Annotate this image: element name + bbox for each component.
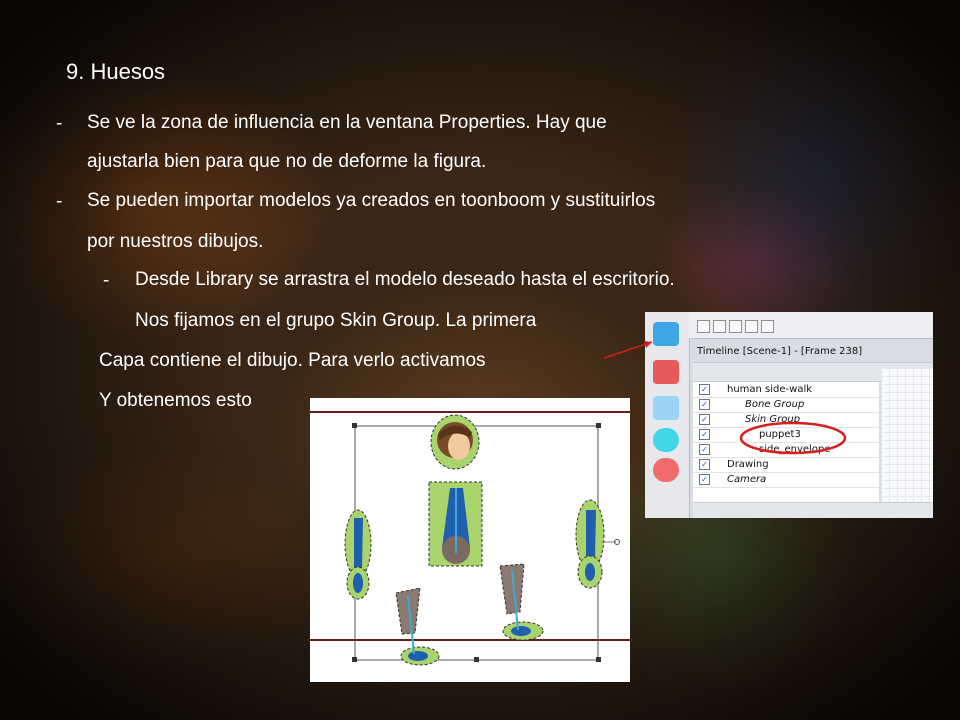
- color-icon[interactable]: [653, 458, 679, 482]
- weather-icon[interactable]: [653, 396, 679, 420]
- layer-row[interactable]: ✓ puppet3: [693, 427, 879, 443]
- rig-drawing: [310, 411, 630, 666]
- bullet-marker: -: [56, 113, 63, 134]
- timeline-frame-grid[interactable]: [881, 368, 933, 508]
- torso-shape: [428, 481, 483, 567]
- layer-visibility-checkbox[interactable]: ✓: [699, 474, 710, 485]
- sub-bullet-line-1: Desde Library se arrastra el modelo dese…: [135, 269, 675, 290]
- toolbar-icon[interactable]: [729, 320, 742, 333]
- timeline-screenshot: Timeline [Scene-1] - [Frame 238] ✓ human…: [645, 312, 933, 518]
- layer-row[interactable]: ✓ human side-walk: [693, 382, 879, 398]
- layer-row[interactable]: ✓ Skin Group: [693, 412, 879, 428]
- layer-name: puppet3: [759, 429, 801, 440]
- left-arm-shape: [344, 509, 372, 600]
- timeline-scrollbar[interactable]: [693, 502, 933, 518]
- layer-row[interactable]: ✓ side_envelope: [693, 442, 879, 458]
- bones-rig-screenshot: [310, 398, 630, 682]
- toolbar-icon[interactable]: [713, 320, 726, 333]
- layer-name: Camera: [727, 474, 767, 485]
- effect-icon[interactable]: [653, 360, 679, 384]
- layer-visibility-checkbox[interactable]: ✓: [699, 429, 710, 440]
- right-arm-shape: [575, 499, 620, 589]
- layer-name: Drawing: [727, 459, 769, 470]
- toolbar-icon[interactable]: [745, 320, 758, 333]
- layer-visibility-checkbox[interactable]: ✓: [699, 384, 710, 395]
- layer-visibility-checkbox[interactable]: ✓: [699, 399, 710, 410]
- layer-visibility-checkbox[interactable]: ✓: [699, 459, 710, 470]
- layer-name: side_envelope: [759, 444, 831, 455]
- layer-row[interactable]: ✓ Bone Group: [693, 397, 879, 413]
- sub-bullet-line-2: Nos fijamos en el grupo Skin Group. La p…: [135, 310, 537, 331]
- layer-visibility-checkbox[interactable]: ✓: [699, 444, 710, 455]
- head-shape: [430, 414, 480, 470]
- right-leg-shape: [499, 563, 544, 641]
- layer-list: ✓ human side-walk ✓ Bone Group ✓ Skin Gr…: [693, 382, 879, 502]
- bullet-2-line-1: Se pueden importar modelos ya creados en…: [87, 190, 656, 211]
- layer-row[interactable]: ✓ Camera: [693, 472, 879, 488]
- slide-title: 9. Huesos: [66, 59, 166, 84]
- continuation-line-1: Capa contiene el dibujo. Para verlo acti…: [99, 350, 486, 371]
- sphere-icon[interactable]: [653, 428, 679, 452]
- toolbar-icon[interactable]: [761, 320, 774, 333]
- layer-name: human side-walk: [727, 384, 813, 395]
- timeline-toolbar: [689, 312, 933, 339]
- toolbar-icon[interactable]: [697, 320, 710, 333]
- bullet-marker: -: [56, 191, 63, 212]
- bullet-2-line-2: por nuestros dibujos.: [87, 231, 264, 252]
- layer-name: Bone Group: [745, 399, 805, 410]
- timeline-title: Timeline [Scene-1] - [Frame 238]: [697, 346, 863, 357]
- layer-visibility-checkbox[interactable]: ✓: [699, 414, 710, 425]
- layer-name: Skin Group: [745, 414, 801, 425]
- continuation-line-2: Y obtenemos esto: [99, 390, 252, 411]
- layer-row[interactable]: ✓ Drawing: [693, 457, 879, 473]
- scene-icon[interactable]: [653, 322, 679, 346]
- tool-strip: [645, 312, 690, 518]
- bullet-1-line-2: ajustarla bien para que no de deforme la…: [87, 151, 487, 172]
- sub-bullet-marker: -: [103, 270, 110, 291]
- bullet-1-line-1: Se ve la zona de influencia en la ventan…: [87, 112, 607, 133]
- left-leg-shape: [395, 587, 440, 666]
